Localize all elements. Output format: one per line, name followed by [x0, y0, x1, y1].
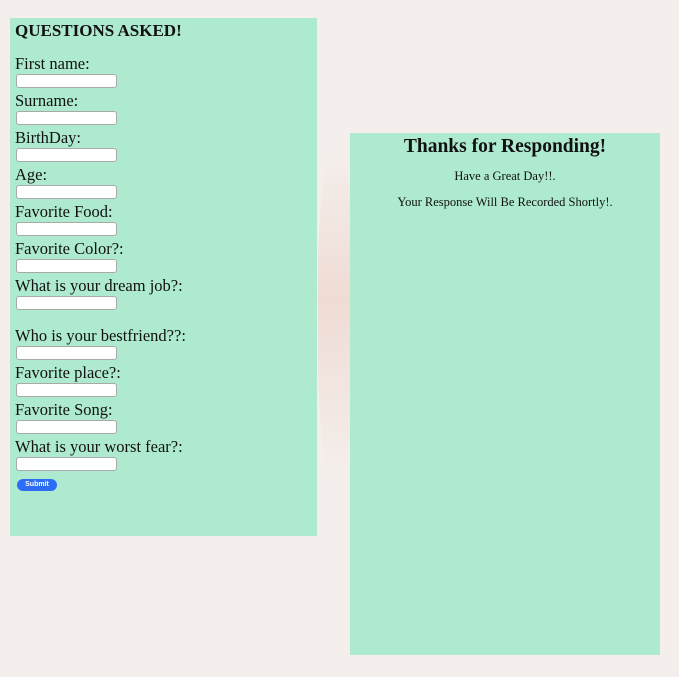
field-label-favorite-food: Favorite Food: [15, 202, 113, 221]
favorite-food-input[interactable] [16, 222, 117, 236]
field-label-favorite-place: Favorite place?: [15, 363, 121, 382]
favorite-song-input[interactable] [16, 420, 117, 434]
submit-button[interactable]: Submit [17, 479, 57, 491]
field-label-birthday: BirthDay: [15, 128, 81, 147]
background-streak [318, 150, 354, 480]
thanks-title: Thanks for Responding! [403, 136, 607, 157]
dream-job-input[interactable] [16, 296, 117, 310]
thanks-panel: Thanks for Responding! Have a Great Day!… [350, 133, 660, 655]
thanks-message-recorded: Your Response Will Be Recorded Shortly!. [397, 195, 613, 209]
form-title: QUESTIONS ASKED! [15, 21, 182, 40]
field-first-name: First name: [15, 54, 312, 88]
field-label-first-name: First name: [15, 54, 90, 73]
surname-input[interactable] [16, 111, 117, 125]
field-age: Age: [15, 165, 312, 199]
birthday-input[interactable] [16, 148, 117, 162]
worst-fear-input[interactable] [16, 457, 117, 471]
field-dream-job: What is your dream job?: [15, 276, 312, 310]
questions-form: QUESTIONS ASKED! First name: Surname: Bi… [10, 18, 317, 536]
field-birthday: BirthDay: [15, 128, 312, 162]
field-bestfriend: Who is your bestfriend??: [15, 326, 312, 360]
field-surname: Surname: [15, 91, 312, 125]
age-input[interactable] [16, 185, 117, 199]
field-label-age: Age: [15, 165, 48, 184]
field-label-dream-job: What is your dream job?: [15, 276, 183, 295]
field-favorite-food: Favorite Food: [15, 202, 312, 236]
first-name-input[interactable] [16, 74, 117, 88]
field-label-bestfriend: Who is your bestfriend??: [15, 326, 186, 345]
field-label-favorite-color: Favorite Color?: [15, 239, 124, 258]
favorite-color-input[interactable] [16, 259, 117, 273]
field-favorite-place: Favorite place?: [15, 363, 312, 397]
bestfriend-input[interactable] [16, 346, 117, 360]
field-label-surname: Surname: [15, 91, 79, 110]
field-label-favorite-song: Favorite Song: [15, 400, 113, 419]
field-label-worst-fear: What is your worst fear?: [15, 437, 183, 456]
field-favorite-color: Favorite Color?: [15, 239, 312, 273]
favorite-place-input[interactable] [16, 383, 117, 397]
thanks-message-great-day: Have a Great Day!!. [454, 169, 556, 183]
field-favorite-song: Favorite Song: [15, 400, 312, 434]
field-worst-fear: What is your worst fear?: [15, 437, 312, 471]
